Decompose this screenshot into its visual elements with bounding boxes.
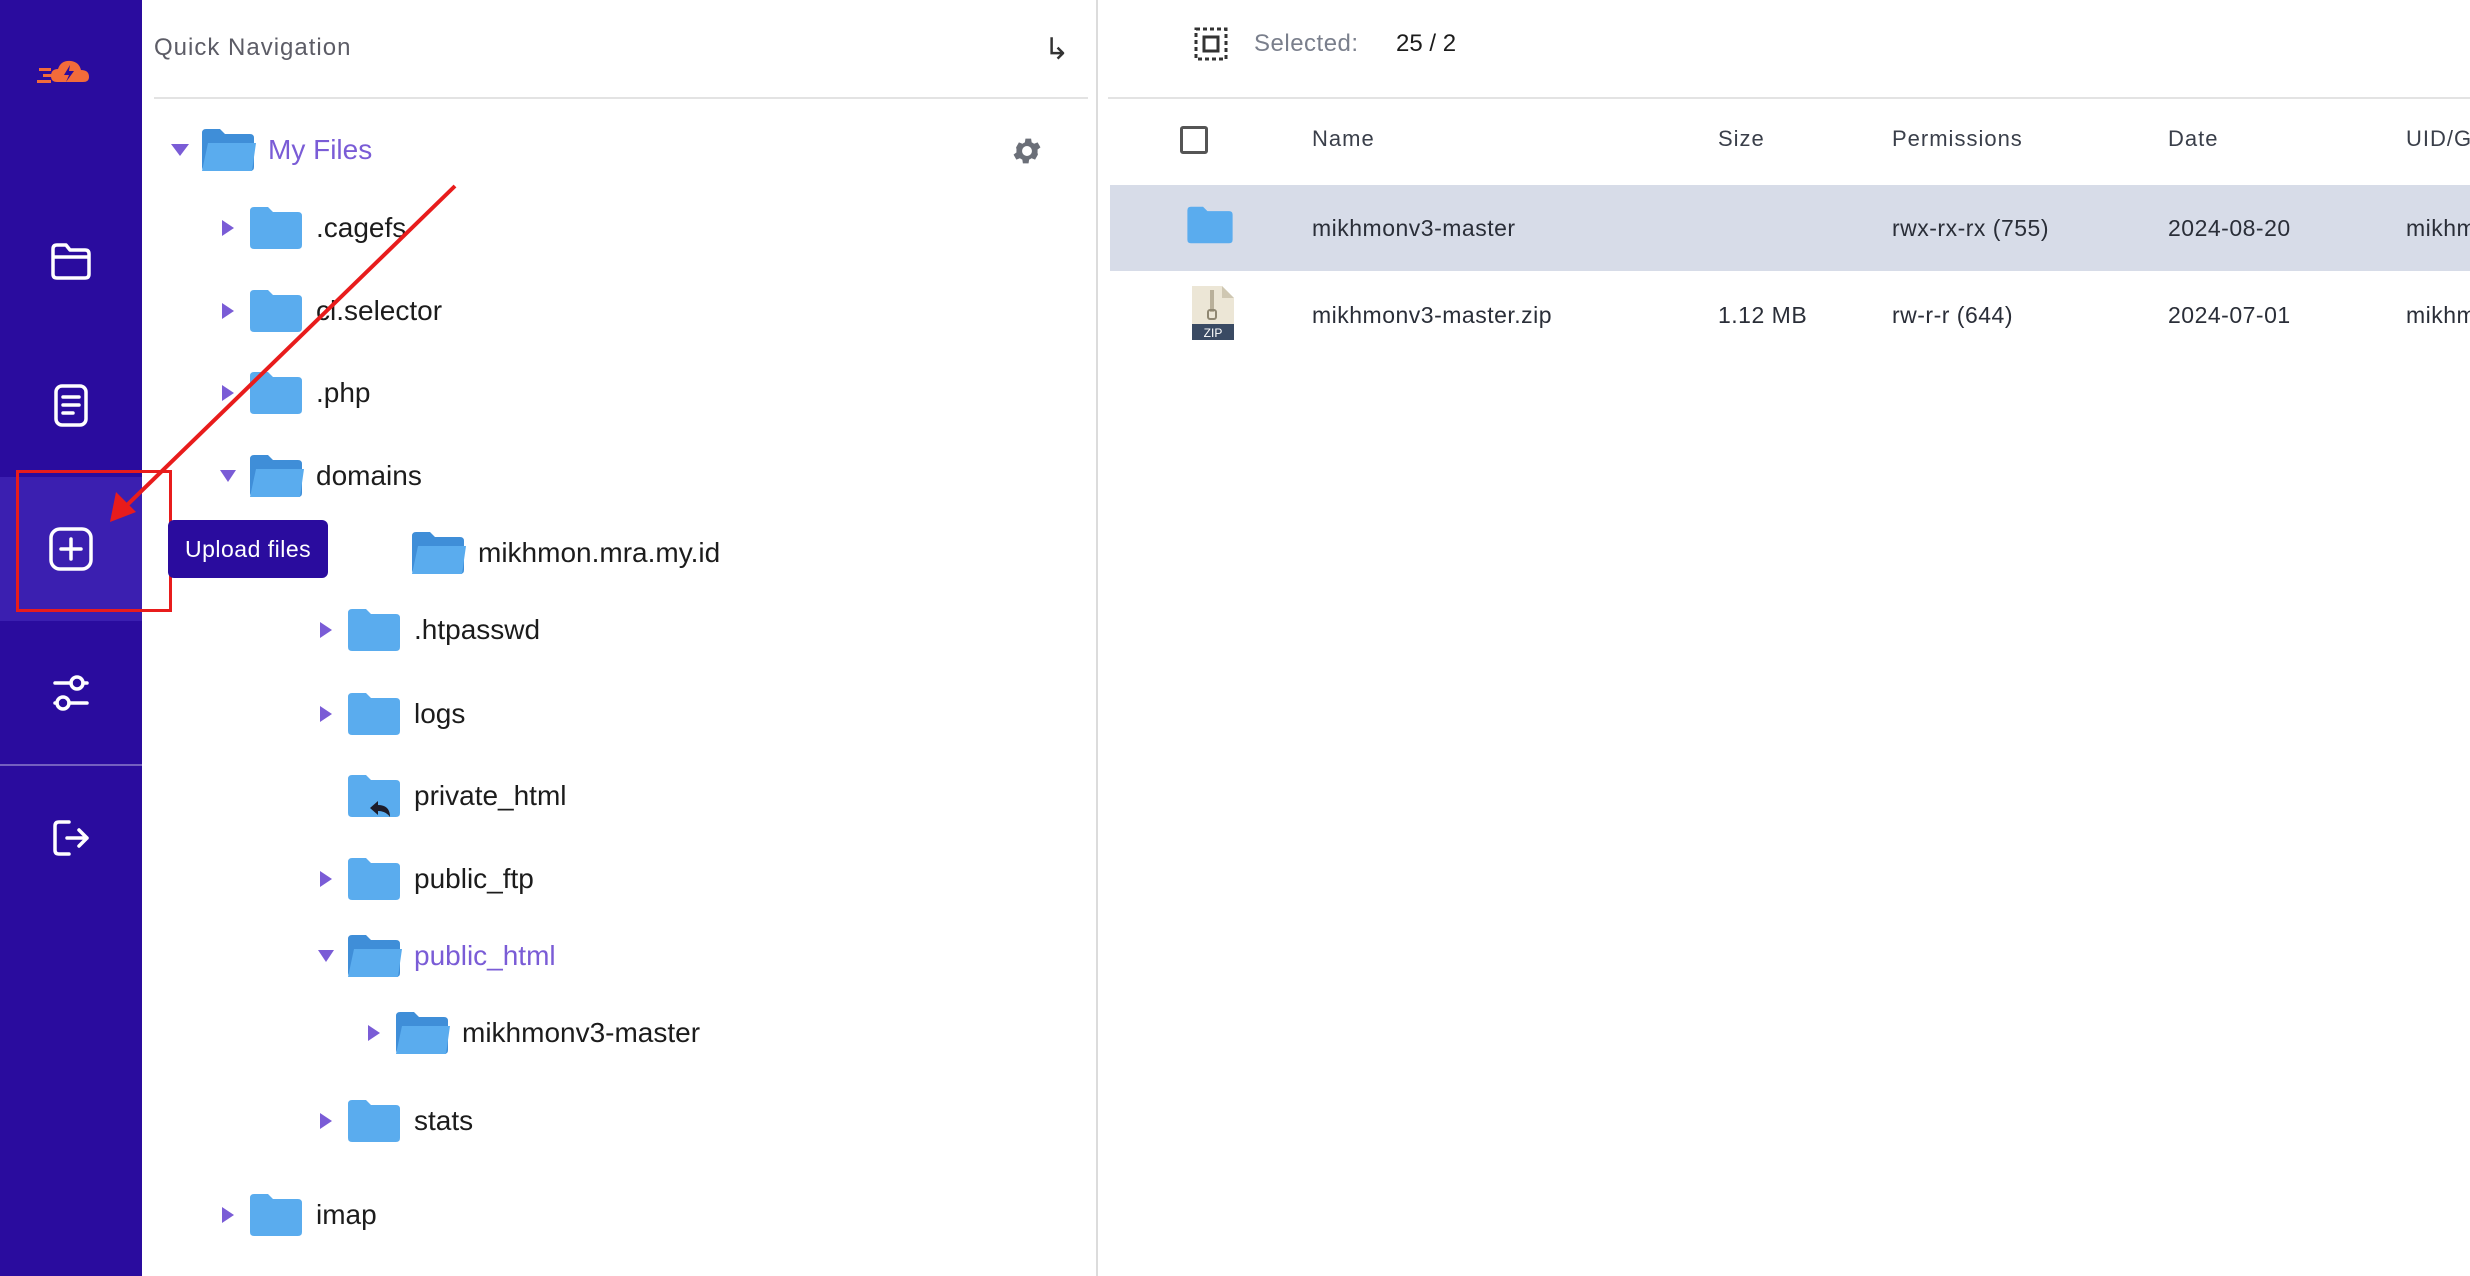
tree-label: public_ftp xyxy=(414,863,534,894)
caret-right-icon[interactable] xyxy=(214,297,242,325)
select-all-icon[interactable] xyxy=(1193,26,1229,62)
caret-right-icon[interactable] xyxy=(214,214,242,242)
sidebar-documents-button[interactable] xyxy=(0,333,142,477)
row-name: mikhmonv3-master xyxy=(1312,215,1516,241)
tree-node-public-html[interactable]: public_html xyxy=(312,926,556,986)
folder-shortcut-icon xyxy=(348,775,400,817)
sidebar-logout-button[interactable] xyxy=(0,766,142,910)
folder-icon xyxy=(250,372,302,414)
zip-file-icon: ZIP xyxy=(1192,286,1234,340)
logout-icon xyxy=(53,820,89,856)
row-date: 2024-07-01 xyxy=(2168,302,2291,328)
selected-count: 25 / 2 xyxy=(1396,30,1457,57)
tree-root-my-files[interactable]: My Files xyxy=(166,120,372,180)
caret-right-icon[interactable] xyxy=(214,379,242,407)
folder-open-icon xyxy=(412,532,466,574)
tree-node-domains[interactable]: domains xyxy=(214,446,422,506)
brand-logo-icon[interactable] xyxy=(37,52,103,92)
tree-node-stats[interactable]: stats xyxy=(312,1091,473,1151)
column-header-date[interactable]: Date xyxy=(2168,126,2218,152)
tree-label: public_html xyxy=(414,940,556,971)
tree-label: mikhmon.mra.my.id xyxy=(478,537,721,568)
row-size: 1.12 MB xyxy=(1718,302,1808,328)
caret-right-icon[interactable] xyxy=(312,700,340,728)
tree-label: .htpasswd xyxy=(414,614,541,645)
tree-node-mikhmonv3-master[interactable]: mikhmonv3-master xyxy=(360,1003,700,1063)
tree-label: domains xyxy=(316,460,422,491)
folder-icon xyxy=(250,290,302,332)
caret-down-icon[interactable] xyxy=(214,462,242,490)
quick-navigation-go-icon[interactable]: ↳ xyxy=(1044,32,1069,67)
select-all-checkbox[interactable] xyxy=(1180,126,1208,154)
column-header-permissions[interactable]: Permissions xyxy=(1892,126,2023,152)
column-header-uid[interactable]: UID/G xyxy=(2406,126,2470,152)
caret-right-icon[interactable] xyxy=(360,1019,388,1047)
tree-label: .cagefs xyxy=(316,212,407,243)
folder-open-icon xyxy=(348,935,402,977)
tree-node-public-ftp[interactable]: public_ftp xyxy=(312,849,534,909)
folder-open-icon xyxy=(202,129,256,171)
caret-down-icon[interactable] xyxy=(166,136,194,164)
row-name: mikhmonv3-master.zip xyxy=(1312,302,1553,328)
row-uid: mikhm xyxy=(2406,302,2470,328)
tree-node-logs[interactable]: logs xyxy=(312,684,465,744)
column-header-name[interactable]: Name xyxy=(1312,126,1375,152)
tree-node-cl-selector[interactable]: cl.selector xyxy=(214,281,442,341)
caret-right-icon[interactable] xyxy=(312,1107,340,1135)
sidebar-settings-button[interactable] xyxy=(0,621,142,765)
caret-right-icon[interactable] xyxy=(214,1201,242,1229)
tree-label: private_html xyxy=(414,780,567,811)
row-permissions: rw-r-r (644) xyxy=(1892,302,2013,328)
folder-icon xyxy=(51,243,91,280)
sidebar-rail xyxy=(0,0,142,1276)
sidebar-files-button[interactable] xyxy=(0,189,142,333)
table-row[interactable]: mikhmonv3-master rwx-rx-rx (755) 2024-08… xyxy=(1110,185,2470,271)
tree-node-htpasswd[interactable]: .htpasswd xyxy=(312,600,540,660)
sliders-icon xyxy=(53,675,89,711)
gear-icon[interactable] xyxy=(1010,134,1044,168)
tree-node-cagefs[interactable]: .cagefs xyxy=(214,198,406,258)
header-divider xyxy=(1108,97,2470,99)
caret-right-icon[interactable] xyxy=(312,865,340,893)
folder-open-icon xyxy=(396,1012,450,1054)
selected-label: Selected: xyxy=(1254,30,1359,57)
column-header-size[interactable]: Size xyxy=(1718,126,1765,152)
folder-icon xyxy=(348,693,400,735)
folder-icon xyxy=(348,609,400,651)
row-date: 2024-08-20 xyxy=(2168,215,2291,241)
tree-label: .php xyxy=(316,377,371,408)
tree-node-mikhmon-domain[interactable]: mikhmon.mra.my.id xyxy=(410,523,720,583)
tree-label: logs xyxy=(414,698,466,729)
tree-node-imap[interactable]: imap xyxy=(214,1185,377,1245)
tree-label: imap xyxy=(316,1199,377,1230)
table-row[interactable]: ZIP mikhmonv3-master.zip 1.12 MB rw-r-r … xyxy=(1110,272,2470,358)
folder-icon xyxy=(348,858,400,900)
file-list-panel: Selected: 25 / 2 Name Size Permissions D… xyxy=(1100,0,2470,1276)
tree-label: stats xyxy=(414,1105,474,1136)
caret-down-icon[interactable] xyxy=(312,942,340,970)
folder-icon xyxy=(348,1100,400,1142)
caret-right-icon[interactable] xyxy=(312,616,340,644)
zip-icon-label: ZIP xyxy=(1204,326,1223,340)
annotation-highlight-box xyxy=(16,470,172,612)
quick-navigation-panel: Quick Navigation ↳ My Files .cagefs cl.s… xyxy=(142,0,1098,1276)
tree-label: My Files xyxy=(268,134,373,165)
tree-node-php[interactable]: .php xyxy=(214,363,371,423)
folder-icon xyxy=(1187,206,1233,244)
row-uid: mikhm xyxy=(2406,215,2470,241)
folder-icon xyxy=(250,207,302,249)
folder-icon xyxy=(250,1194,302,1236)
quick-navigation-title: Quick Navigation xyxy=(154,34,352,61)
tree-divider xyxy=(154,97,1088,99)
tree-label: cl.selector xyxy=(316,295,443,326)
folder-open-icon xyxy=(250,455,304,497)
tree-node-private-html[interactable]: private_html xyxy=(346,766,567,826)
tree-label: mikhmonv3-master xyxy=(462,1017,701,1048)
upload-files-tooltip: Upload files xyxy=(168,520,329,578)
document-icon xyxy=(54,384,88,427)
row-permissions: rwx-rx-rx (755) xyxy=(1892,215,2049,241)
